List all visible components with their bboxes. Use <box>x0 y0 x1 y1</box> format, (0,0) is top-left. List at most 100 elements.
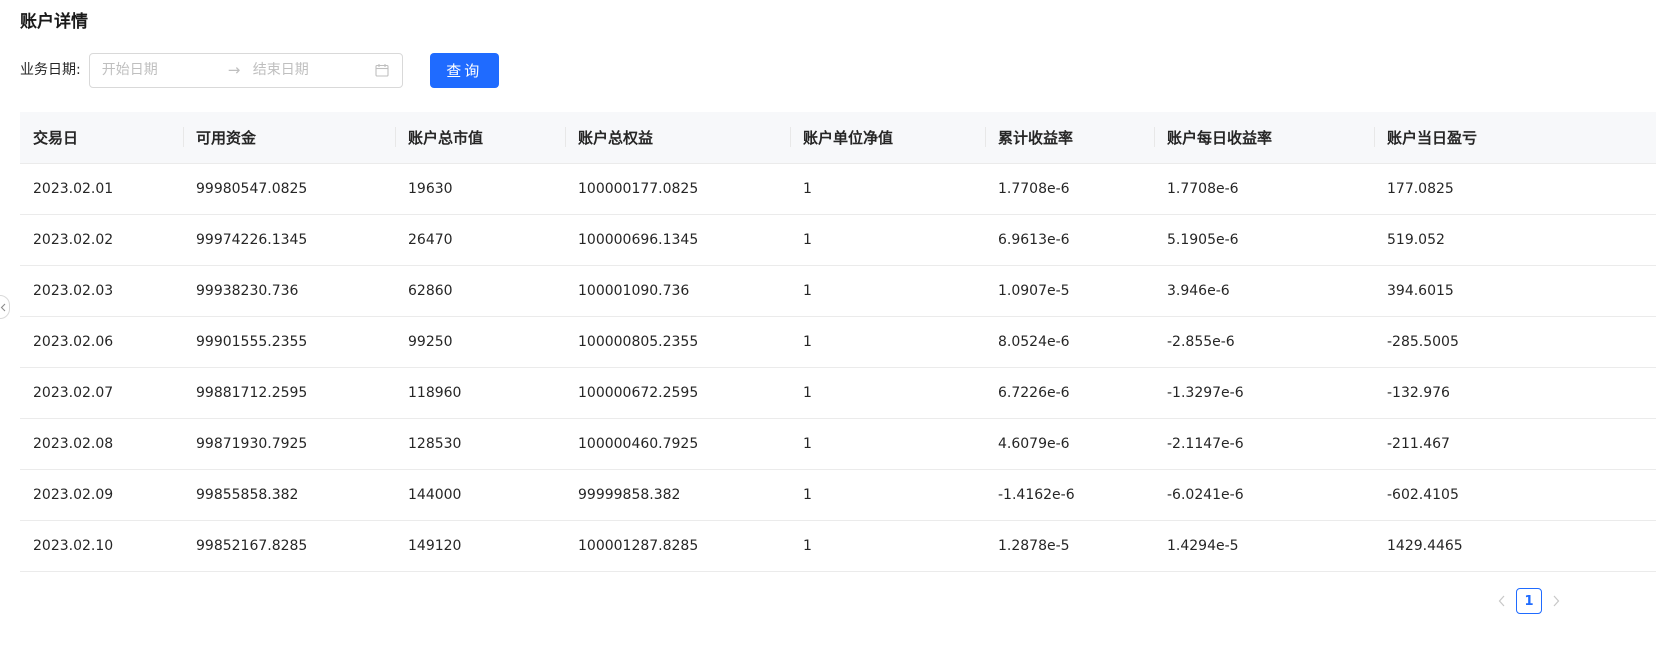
table-cell: 1.7708e-6 <box>985 163 1154 215</box>
column-header-label: 账户单位净值 <box>803 128 894 147</box>
table-cell: 149120 <box>395 520 565 572</box>
table-cell: 2023.02.10 <box>20 520 183 572</box>
date-range-picker[interactable]: 开始日期 → 结束日期 <box>88 53 403 88</box>
table-header-row: 交易日 可用资金 账户总市值 账户总权益 账户单位净值 累计收益率 账户每日收益率 账户当日盈… <box>20 112 1656 164</box>
table-cell: 99901555.2355 <box>183 316 395 368</box>
table-cell: -285.5005 <box>1374 316 1656 368</box>
table-cell: 100000696.1345 <box>565 214 790 266</box>
column-divider <box>1374 127 1375 147</box>
table-cell: 6.9613e-6 <box>985 214 1154 266</box>
table-cell: 100001090.736 <box>565 265 790 317</box>
column-divider <box>790 127 791 147</box>
column-header-label: 累计收益率 <box>998 128 1074 147</box>
table-row: 2023.02.03 99938230.736 62860 100001090.736… <box>20 265 1656 317</box>
table-cell: 100000177.0825 <box>565 163 790 215</box>
chevron-left-icon <box>0 303 6 312</box>
column-header: 账户每日收益率 <box>1154 112 1374 164</box>
account-detail-table: 交易日 可用资金 账户总市值 账户总权益 账户单位净值 累计收益率 账户每日收益率 账户当日盈… <box>20 112 1656 572</box>
column-header: 账户单位净值 <box>790 112 985 164</box>
column-header: 账户总市值 <box>395 112 565 164</box>
table-cell: 99999858.382 <box>565 469 790 521</box>
chevron-left-icon <box>1498 595 1505 607</box>
next-page-button[interactable] <box>1548 588 1564 614</box>
page-number-current[interactable]: 1 <box>1516 588 1542 614</box>
table-cell: 99871930.7925 <box>183 418 395 470</box>
table-cell: -1.3297e-6 <box>1154 367 1374 419</box>
page-title: 账户详情 <box>20 12 88 32</box>
end-date-input[interactable]: 结束日期 <box>253 54 309 87</box>
table-cell: -2.855e-6 <box>1154 316 1374 368</box>
table-cell: 62860 <box>395 265 565 317</box>
table-cell: 2023.02.08 <box>20 418 183 470</box>
table-cell: 99980547.0825 <box>183 163 395 215</box>
table-cell: 394.6015 <box>1374 265 1656 317</box>
column-header-label: 可用资金 <box>196 128 257 147</box>
prev-page-button[interactable] <box>1494 588 1510 614</box>
column-header: 账户当日盈亏 <box>1374 112 1656 164</box>
table-cell: 2023.02.01 <box>20 163 183 215</box>
sidebar-collapse-handle[interactable] <box>0 295 10 319</box>
table-cell: 26470 <box>395 214 565 266</box>
table-cell: 2023.02.07 <box>20 367 183 419</box>
column-divider <box>565 127 566 147</box>
column-header: 可用资金 <box>183 112 395 164</box>
table-cell: 3.946e-6 <box>1154 265 1374 317</box>
column-header-label: 交易日 <box>33 128 79 147</box>
column-divider <box>985 127 986 147</box>
table-cell: 1.0907e-5 <box>985 265 1154 317</box>
table-cell: 144000 <box>395 469 565 521</box>
table-cell: -602.4105 <box>1374 469 1656 521</box>
table-cell: 1 <box>790 469 985 521</box>
table-row: 2023.02.08 99871930.7925 128530 100000460.7… <box>20 418 1656 470</box>
table-cell: 8.0524e-6 <box>985 316 1154 368</box>
table-cell: 1.7708e-6 <box>1154 163 1374 215</box>
table-row: 2023.02.02 99974226.1345 26470 100000696.13… <box>20 214 1656 266</box>
column-divider <box>395 127 396 147</box>
table-cell: 1.2878e-5 <box>985 520 1154 572</box>
table-cell: 1 <box>790 265 985 317</box>
table-cell: 100000805.2355 <box>565 316 790 368</box>
table-cell: 2023.02.02 <box>20 214 183 266</box>
table-cell: 2023.02.03 <box>20 265 183 317</box>
table-cell: 1429.4465 <box>1374 520 1656 572</box>
column-header: 交易日 <box>20 112 183 164</box>
chevron-right-icon <box>1553 595 1560 607</box>
table-cell: 6.7226e-6 <box>985 367 1154 419</box>
table-cell: 4.6079e-6 <box>985 418 1154 470</box>
table-cell: 5.1905e-6 <box>1154 214 1374 266</box>
column-header: 账户总权益 <box>565 112 790 164</box>
column-header-label: 账户总市值 <box>408 128 484 147</box>
table-cell: 1 <box>790 520 985 572</box>
table-cell: 19630 <box>395 163 565 215</box>
column-divider <box>183 127 184 147</box>
table-cell: 100000672.2595 <box>565 367 790 419</box>
table-cell: 2023.02.06 <box>20 316 183 368</box>
table-cell: 128530 <box>395 418 565 470</box>
table-cell: 177.0825 <box>1374 163 1656 215</box>
table-cell: 100000460.7925 <box>565 418 790 470</box>
pagination: 1 <box>1494 588 1564 614</box>
table-cell: 519.052 <box>1374 214 1656 266</box>
table-row: 2023.02.06 99901555.2355 99250 100000805.23… <box>20 316 1656 368</box>
table-cell: -211.467 <box>1374 418 1656 470</box>
range-separator-arrow: → <box>227 61 241 79</box>
table-row: 2023.02.09 99855858.382 144000 99999858.382… <box>20 469 1656 521</box>
column-header-label: 账户总权益 <box>578 128 654 147</box>
table-cell: 118960 <box>395 367 565 419</box>
table-cell: 99852167.8285 <box>183 520 395 572</box>
table-cell: 1 <box>790 418 985 470</box>
table-cell: -2.1147e-6 <box>1154 418 1374 470</box>
business-date-label: 业务日期: <box>20 62 81 78</box>
calendar-icon[interactable] <box>375 63 389 77</box>
table-cell: 1 <box>790 163 985 215</box>
start-date-input[interactable]: 开始日期 <box>102 54 158 87</box>
table-cell: 2023.02.09 <box>20 469 183 521</box>
table-cell: 99881712.2595 <box>183 367 395 419</box>
table-cell: 99938230.736 <box>183 265 395 317</box>
column-divider <box>1154 127 1155 147</box>
table-row: 2023.02.10 99852167.8285 149120 100001287.8… <box>20 520 1656 572</box>
query-button[interactable]: 查询 <box>429 53 499 88</box>
table-cell: 99250 <box>395 316 565 368</box>
table-row: 2023.02.07 99881712.2595 118960 100000672.2… <box>20 367 1656 419</box>
table-cell: 1 <box>790 316 985 368</box>
